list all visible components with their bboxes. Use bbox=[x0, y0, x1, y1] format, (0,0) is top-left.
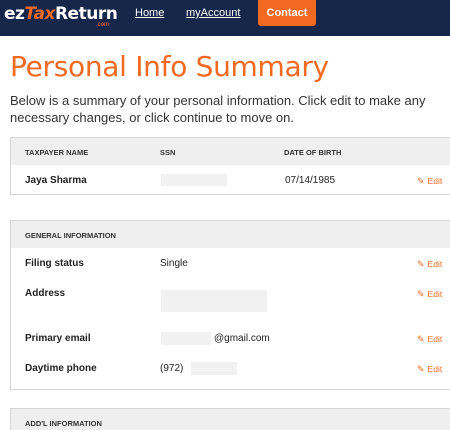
col-taxpayer-name: TAXPAYER NAME bbox=[25, 148, 89, 157]
taxpayer-name: Jaya Sharma bbox=[25, 175, 87, 186]
addl-info-title: ADD'L INFORMATION bbox=[25, 419, 102, 428]
email-redacted bbox=[161, 332, 211, 345]
address-redacted bbox=[161, 290, 267, 312]
col-dob: DATE OF BIRTH bbox=[284, 148, 342, 157]
logo-tax: Tax bbox=[24, 4, 55, 24]
page-title: Personal Info Summary bbox=[10, 50, 329, 83]
top-nav-bar: ezTaxReturn .com Home myAccount Contact bbox=[0, 0, 450, 36]
phone-value: (972) bbox=[160, 363, 184, 374]
edit-email-link[interactable]: ✎ Edit bbox=[417, 334, 442, 345]
intro-text: Below is a summary of your personal info… bbox=[10, 93, 426, 125]
general-info-header: GENERAL INFORMATION bbox=[11, 221, 450, 248]
edit-address-link[interactable]: ✎ Edit bbox=[417, 289, 442, 300]
logo-com: .com bbox=[96, 22, 110, 28]
contact-button[interactable]: Contact bbox=[258, 0, 316, 26]
phone-label: Daytime phone bbox=[25, 363, 97, 374]
ezTaxReturn-logo[interactable]: ezTaxReturn bbox=[4, 4, 118, 24]
email-label: Primary email bbox=[25, 333, 91, 344]
pencil-icon: ✎ bbox=[417, 176, 425, 186]
taxpayer-header: TAXPAYER NAME SSN DATE OF BIRTH bbox=[11, 138, 450, 165]
filing-status-value: Single bbox=[160, 258, 188, 269]
email-value: @gmail.com bbox=[214, 333, 270, 344]
filing-status-label: Filing status bbox=[25, 258, 84, 269]
col-ssn: SSN bbox=[160, 148, 176, 157]
taxpayer-dob: 07/14/1985 bbox=[285, 175, 336, 186]
pencil-icon: ✎ bbox=[417, 364, 425, 374]
general-info-panel: GENERAL INFORMATION Filing status Single… bbox=[10, 220, 450, 390]
pencil-icon: ✎ bbox=[417, 259, 425, 269]
taxpayer-panel: TAXPAYER NAME SSN DATE OF BIRTH Jaya Sha… bbox=[10, 137, 450, 195]
edit-phone-link[interactable]: ✎ Edit bbox=[417, 364, 442, 375]
nav-home-link[interactable]: Home bbox=[135, 7, 164, 19]
edit-taxpayer-link[interactable]: ✎ Edit bbox=[417, 176, 442, 187]
general-info-title: GENERAL INFORMATION bbox=[25, 231, 116, 240]
nav-myaccount-link[interactable]: myAccount bbox=[186, 7, 240, 19]
phone-redacted bbox=[191, 362, 237, 375]
edit-filing-status-link[interactable]: ✎ Edit bbox=[417, 259, 442, 270]
address-label: Address bbox=[25, 288, 66, 299]
pencil-icon: ✎ bbox=[417, 334, 425, 344]
ssn-redacted bbox=[161, 174, 227, 186]
addl-info-header: ADD'L INFORMATION bbox=[11, 409, 450, 430]
logo-ez: ez bbox=[4, 4, 25, 24]
logo-return: Return bbox=[54, 4, 118, 24]
pencil-icon: ✎ bbox=[417, 289, 425, 299]
addl-info-panel: ADD'L INFORMATION bbox=[10, 408, 450, 430]
